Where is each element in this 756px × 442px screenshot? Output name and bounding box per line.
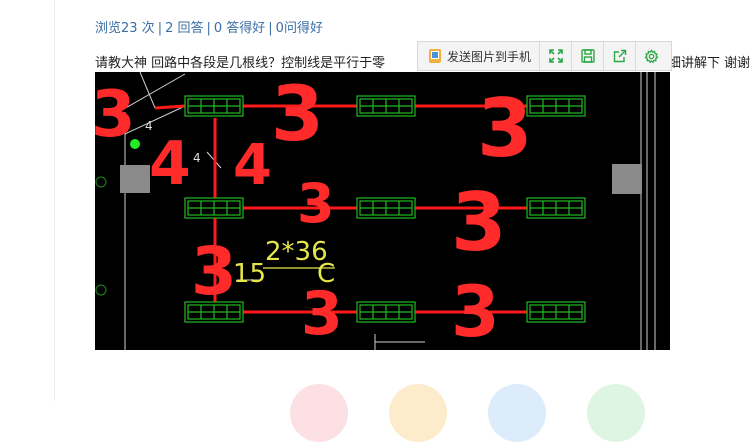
save-icon (580, 49, 595, 63)
share-button[interactable] (604, 42, 637, 70)
answers-count[interactable]: 2 回答 (165, 21, 203, 36)
left-divider (54, 0, 55, 401)
handwritten-label: 3 (297, 172, 335, 235)
settings-button[interactable] (636, 42, 667, 70)
light-fixture (526, 197, 586, 219)
light-fixture (184, 197, 244, 219)
image-toolbar: 发送图片到手机 (417, 41, 672, 71)
handwritten-label: 4 (233, 133, 272, 198)
favorite-button[interactable] (389, 384, 447, 442)
stats-separator: | (268, 21, 273, 36)
handwritten-label: 3 (451, 176, 507, 269)
handwritten-label: 3 (191, 233, 237, 310)
light-fixture (184, 95, 244, 117)
views-count: 浏览23 次 (95, 21, 155, 36)
question-stats: 浏览23 次 | 2 回答 | 0 答得好 | 0问得好 (95, 17, 323, 36)
handwritten-label: 4 (149, 129, 191, 199)
drawing-label: 4 (193, 151, 201, 165)
light-fixture (356, 95, 416, 117)
light-fixture (356, 197, 416, 219)
fullscreen-button[interactable] (540, 42, 573, 70)
comment-button[interactable] (488, 384, 546, 442)
handwritten-label: 3 (271, 72, 324, 158)
stats-separator: | (206, 21, 211, 36)
good-questions-count[interactable]: 0问得好 (276, 21, 323, 36)
save-image-button[interactable] (572, 42, 605, 70)
share-icon (613, 49, 626, 63)
handwritten-label: 3 (95, 78, 136, 152)
cad-drawing: 4 4 2*36 15 C 3 4 3 3 4 3 3 3 3 3 (95, 72, 656, 350)
drawing-label: 15 (233, 259, 266, 289)
question-image[interactable]: 4 4 2*36 15 C 3 4 3 3 4 3 3 3 3 3 (95, 72, 670, 350)
gear-icon (644, 48, 659, 63)
share-action-button[interactable] (587, 384, 645, 442)
send-to-phone-button[interactable]: 发送图片到手机 (418, 42, 541, 70)
phone-icon (429, 49, 441, 63)
good-answers-count[interactable]: 0 答得好 (214, 21, 265, 36)
stats-separator: | (157, 21, 163, 36)
handwritten-label: 3 (451, 271, 500, 350)
expand-icon (548, 49, 563, 63)
send-to-phone-label: 发送图片到手机 (447, 49, 532, 64)
light-fixture (526, 301, 586, 323)
action-buttons (0, 380, 756, 442)
question-body-tail: 细讲解下 谢谢 (668, 52, 751, 71)
like-button[interactable] (290, 384, 348, 442)
handwritten-label: 3 (301, 279, 343, 349)
light-fixture (526, 95, 586, 117)
question-body: 请教大神 回路中各段是几根线？控制线是平行于零 (95, 56, 386, 71)
light-fixture (356, 301, 416, 323)
handwritten-label: 3 (477, 82, 533, 175)
